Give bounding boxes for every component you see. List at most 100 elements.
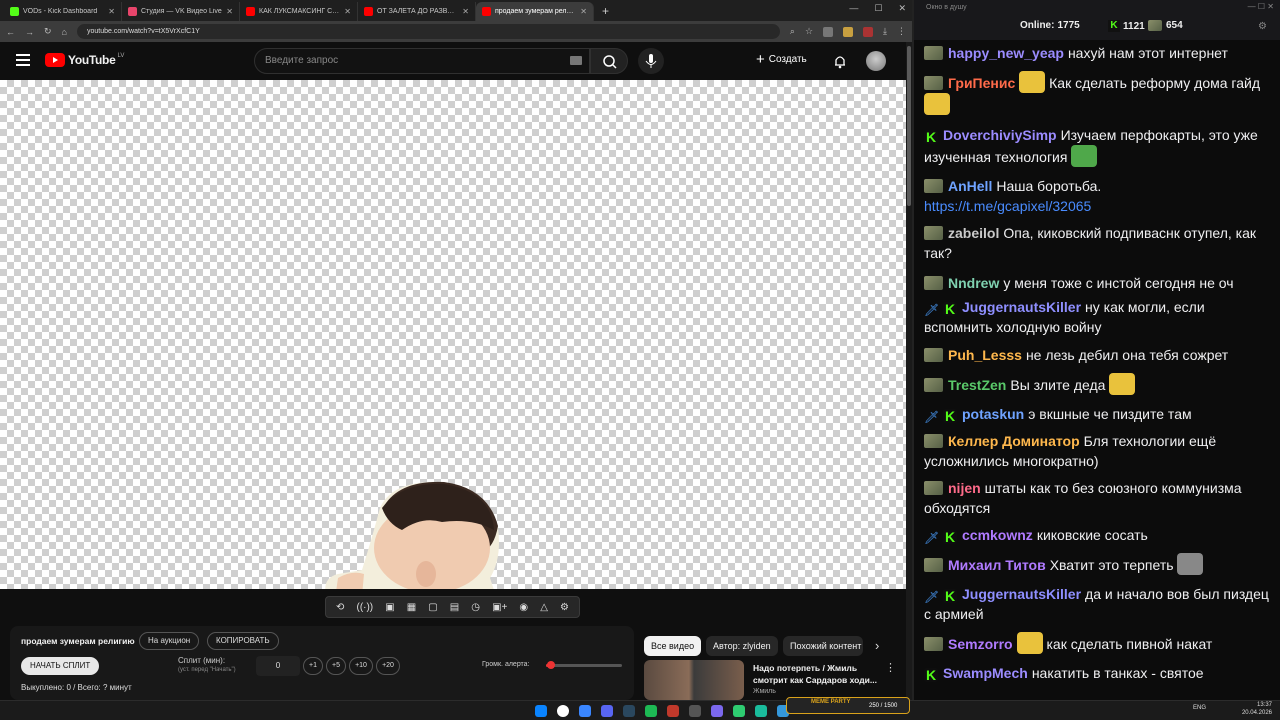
zoom-icon[interactable]: ⌕ [790, 26, 795, 37]
chat-username[interactable]: TrestZen [948, 377, 1006, 393]
taskbar-app-icon[interactable] [689, 705, 701, 717]
chat-settings-icon[interactable]: ⚙ [1258, 21, 1267, 32]
extension-icon[interactable] [843, 26, 854, 37]
video-tool-icon[interactable]: ⚙ [560, 602, 569, 613]
minimize-button[interactable]: — [849, 3, 858, 14]
close-tab-icon[interactable]: ✕ [226, 7, 233, 16]
forward-icon[interactable]: → [25, 27, 34, 37]
increment-20-button[interactable]: +20 [376, 657, 400, 675]
taskbar-app-icon[interactable] [711, 705, 723, 717]
browser-tab[interactable]: КАК ЛУКСМАКСИНГ СДЕЛАЛ... ✕ [240, 2, 358, 21]
chat-username[interactable]: Nndrew [948, 275, 999, 291]
system-clock[interactable]: 13:37 20.04.2026 [1242, 701, 1272, 717]
reload-icon[interactable]: ↻ [44, 26, 52, 37]
chat-username[interactable]: potaskun [962, 406, 1024, 422]
video-tool-icon[interactable]: △ [540, 602, 548, 613]
close-window-button[interactable]: ✕ [898, 3, 906, 14]
keyboard-icon[interactable] [570, 56, 582, 65]
notifications-bell-icon[interactable] [832, 53, 848, 69]
video-tool-icon[interactable]: ◉ [519, 602, 528, 613]
create-button[interactable]: + Создать [756, 51, 807, 68]
url-input[interactable]: youtube.com/watch?v=tX5VrXcfC1Y [76, 24, 780, 39]
increment-5-button[interactable]: +5 [326, 657, 346, 675]
chat-username[interactable]: SwampMech [943, 665, 1028, 681]
close-tab-icon[interactable]: ✕ [344, 7, 351, 16]
video-player[interactable] [0, 80, 906, 589]
video-tool-icon[interactable]: ▢ [428, 602, 437, 613]
video-tool-icon[interactable]: ((·)) [356, 602, 373, 613]
video-tool-icon[interactable]: ▤ [450, 602, 459, 613]
extension-icon[interactable] [863, 26, 874, 37]
chat-username[interactable]: Puh_Lesss [948, 347, 1022, 363]
meme-party-widget[interactable]: MEME PARTY 250 / 1500 [786, 697, 910, 714]
taskbar-app-icon[interactable] [535, 705, 547, 717]
video-tool-icon[interactable]: ▣ [385, 602, 394, 613]
chat-username[interactable]: DoverchiviySimp [943, 127, 1057, 143]
chat-window-controls[interactable]: — ☐ ✕ [1248, 2, 1274, 11]
language-indicator[interactable]: ENG [1193, 705, 1206, 711]
extension-icon[interactable] [823, 26, 834, 37]
taskbar-app-icon[interactable] [601, 705, 613, 717]
chat-username[interactable]: Келлер Доминатор [948, 433, 1080, 449]
chat-username[interactable]: nijen [948, 480, 981, 496]
recommendation-title[interactable]: Надо потерпеть / Жмиль смотрит как Сарда… [753, 662, 878, 686]
taskbar-app-icon[interactable] [733, 705, 745, 717]
video-tool-icon[interactable]: ⟲ [336, 602, 344, 613]
bookmark-star-icon[interactable]: ☆ [805, 26, 813, 37]
recommendation-channel[interactable]: Жмиль [753, 688, 776, 695]
back-icon[interactable]: ← [6, 27, 15, 37]
youtube-logo[interactable]: YouTube LV [45, 53, 124, 67]
chat-username[interactable]: Михаил Титов [948, 557, 1046, 573]
more-options-icon[interactable]: ⋮ [885, 661, 896, 674]
video-tool-icon[interactable]: ◷ [471, 602, 480, 613]
chip-all-videos[interactable]: Все видео [644, 636, 702, 656]
home-icon[interactable]: ⌂ [62, 27, 67, 37]
browser-tab[interactable]: Студия — VK Видео Live ✕ [122, 2, 240, 21]
chat-username[interactable]: JuggernautsKiller [962, 299, 1081, 315]
chat-username[interactable]: zabeilol [948, 225, 999, 241]
taskbar-app-icon[interactable] [755, 705, 767, 717]
chat-username[interactable]: Semzorro [948, 636, 1013, 652]
chat-username[interactable]: ccmkownz [962, 527, 1033, 543]
maximize-button[interactable]: ☐ [874, 3, 882, 14]
close-tab-icon[interactable]: ✕ [462, 7, 469, 16]
taskbar-app-icon[interactable] [579, 705, 591, 717]
video-tool-icon[interactable]: ▣+ [492, 602, 507, 613]
auction-button[interactable]: На аукцион [139, 632, 200, 650]
taskbar-app-icon[interactable] [645, 705, 657, 717]
taskbar-app-icon[interactable] [667, 705, 679, 717]
alert-volume-slider[interactable] [546, 664, 622, 667]
voice-search-button[interactable] [638, 48, 664, 74]
chat-link[interactable]: https://t.me/gcapixel/32065 [924, 198, 1091, 214]
recommendation-thumbnail[interactable] [644, 660, 744, 700]
increment-1-button[interactable]: +1 [303, 657, 323, 675]
start-split-button[interactable]: НАЧАТЬ СПЛИТ [21, 657, 100, 675]
chevron-right-icon[interactable]: › [875, 638, 879, 653]
split-minutes-input[interactable]: 0 [256, 656, 300, 676]
chat-username[interactable]: JuggernautsKiller [962, 586, 1081, 602]
chat-username[interactable]: AnHell [948, 178, 992, 194]
chip-author[interactable]: Автор: zlyiden [706, 636, 778, 656]
page-scrollbar-thumb[interactable] [907, 46, 911, 206]
browser-tab[interactable]: продаем зумерам религию - ... ✕ [476, 2, 594, 21]
chat-username[interactable]: ГриПенис [948, 75, 1015, 91]
close-tab-icon[interactable]: ✕ [580, 7, 587, 16]
video-tool-icon[interactable]: ▦ [407, 602, 416, 613]
browser-tab[interactable]: ОТ ЗАЛЕТА ДО РАЗВОДА: по... ✕ [358, 2, 476, 21]
hamburger-menu-icon[interactable] [16, 54, 30, 66]
plus-icon: + [756, 51, 765, 68]
user-avatar[interactable] [866, 51, 886, 71]
menu-dots-icon[interactable]: ⋮ [897, 26, 906, 37]
increment-10-button[interactable]: +10 [349, 657, 373, 675]
close-tab-icon[interactable]: ✕ [108, 7, 115, 16]
download-icon[interactable]: ⤓ [883, 26, 887, 37]
copy-button[interactable]: КОПИРОВАТЬ [207, 632, 279, 650]
browser-tab[interactable]: VODs - Kick Dashboard ✕ [4, 2, 122, 21]
taskbar-app-icon[interactable] [557, 705, 569, 717]
search-button[interactable] [590, 48, 628, 74]
new-tab-button[interactable]: + [594, 2, 617, 21]
taskbar-app-icon[interactable] [623, 705, 635, 717]
search-input[interactable]: Введите запрос [254, 48, 590, 74]
chat-username[interactable]: happy_new_yeap [948, 45, 1064, 61]
chip-similar[interactable]: Похожий контент [783, 636, 863, 656]
